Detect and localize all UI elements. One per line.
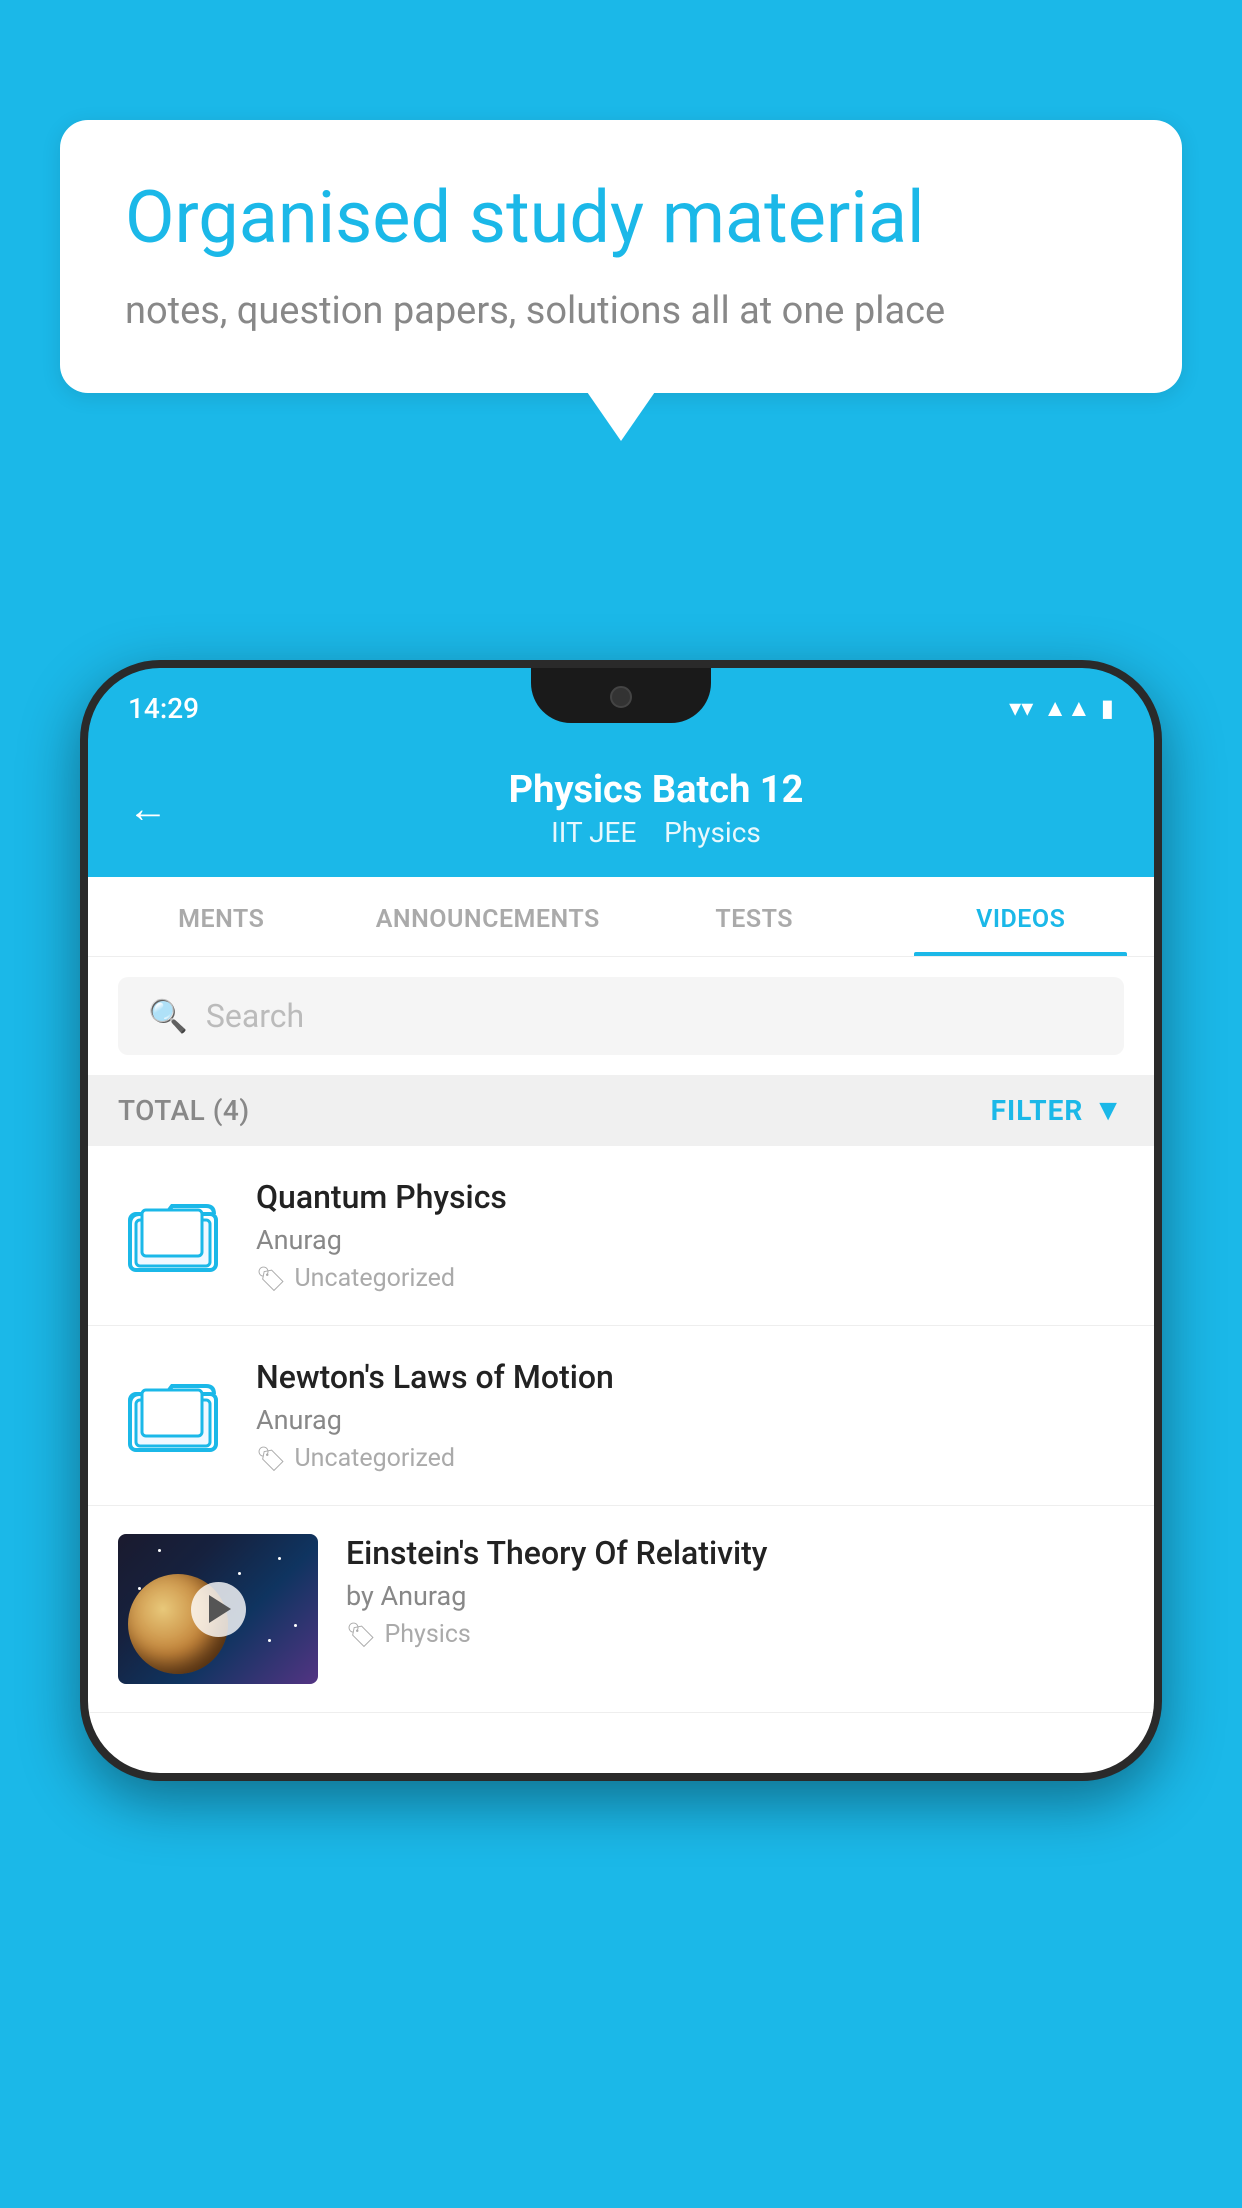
phone-wrapper: 14:29 ▾▾ ▲▲ ▮ ← Physics Batch 12 IIT JEE… xyxy=(80,660,1162,1781)
video-author: Anurag xyxy=(256,1224,1124,1256)
hero-section: Organised study material notes, question… xyxy=(60,120,1182,393)
tabs-bar: MENTS ANNOUNCEMENTS TESTS VIDEOS xyxy=(88,877,1154,957)
video-author: by Anurag xyxy=(346,1580,1124,1612)
tag-icon: 🏷 xyxy=(256,1265,286,1293)
phone-frame: 14:29 ▾▾ ▲▲ ▮ ← Physics Batch 12 IIT JEE… xyxy=(80,660,1162,1781)
search-icon: 🔍 xyxy=(148,997,188,1035)
bubble-title: Organised study material xyxy=(125,175,1117,261)
header-title-block: Physics Batch 12 IIT JEE Physics xyxy=(198,768,1114,849)
video-tag: 🏷 Uncategorized xyxy=(256,1444,1124,1473)
speech-bubble: Organised study material notes, question… xyxy=(60,120,1182,393)
tab-ments[interactable]: MENTS xyxy=(88,877,355,956)
video-title: Newton's Laws of Motion xyxy=(256,1358,1124,1396)
header-subtitle: IIT JEE Physics xyxy=(198,816,1114,849)
folder-icon xyxy=(128,1191,218,1281)
video-tag: 🏷 Physics xyxy=(346,1620,1124,1649)
video-thumbnail xyxy=(118,1534,318,1684)
list-item[interactable]: Newton's Laws of Motion Anurag 🏷 Uncateg… xyxy=(88,1326,1154,1506)
play-triangle-icon xyxy=(209,1595,231,1623)
status-icons: ▾▾ ▲▲ ▮ xyxy=(1009,694,1114,723)
search-input[interactable]: Search xyxy=(206,997,304,1035)
video-author: Anurag xyxy=(256,1404,1124,1436)
tag-icon: 🏷 xyxy=(256,1445,286,1473)
video-tag: 🏷 Uncategorized xyxy=(256,1264,1124,1293)
power-button xyxy=(1154,928,1162,1048)
filter-label: FILTER xyxy=(991,1094,1084,1127)
bubble-subtitle: notes, question papers, solutions all at… xyxy=(125,289,1117,333)
app-header: ← Physics Batch 12 IIT JEE Physics xyxy=(88,748,1154,877)
play-button[interactable] xyxy=(191,1582,246,1637)
wifi-icon: ▾▾ xyxy=(1009,694,1033,722)
video-list: Quantum Physics Anurag 🏷 Uncategorized xyxy=(88,1146,1154,1713)
video-info: Einstein's Theory Of Relativity by Anura… xyxy=(346,1534,1124,1649)
tab-videos[interactable]: VIDEOS xyxy=(888,877,1155,956)
signal-icon: ▲▲ xyxy=(1043,694,1091,723)
tab-announcements[interactable]: ANNOUNCEMENTS xyxy=(355,877,622,956)
camera xyxy=(610,686,632,708)
status-bar: 14:29 ▾▾ ▲▲ ▮ xyxy=(88,668,1154,748)
status-time: 14:29 xyxy=(128,692,199,725)
folder-thumbnail xyxy=(118,1181,228,1291)
back-button[interactable]: ← xyxy=(128,785,168,832)
folder-icon xyxy=(128,1371,218,1461)
phone-bottom xyxy=(88,1713,1154,1773)
filter-button[interactable]: FILTER ▼ xyxy=(991,1093,1124,1128)
battery-icon: ▮ xyxy=(1101,694,1114,722)
filter-bar: TOTAL (4) FILTER ▼ xyxy=(88,1075,1154,1146)
header-title: Physics Batch 12 xyxy=(198,768,1114,812)
list-item[interactable]: Einstein's Theory Of Relativity by Anura… xyxy=(88,1506,1154,1713)
tag-icon: 🏷 xyxy=(346,1621,376,1649)
search-container: 🔍 Search xyxy=(88,957,1154,1075)
phone-notch xyxy=(531,668,711,723)
volume-button xyxy=(80,868,88,948)
total-count: TOTAL (4) xyxy=(118,1094,250,1127)
tab-tests[interactable]: TESTS xyxy=(621,877,888,956)
video-info: Newton's Laws of Motion Anurag 🏷 Uncateg… xyxy=(256,1358,1124,1473)
video-info: Quantum Physics Anurag 🏷 Uncategorized xyxy=(256,1178,1124,1293)
list-item[interactable]: Quantum Physics Anurag 🏷 Uncategorized xyxy=(88,1146,1154,1326)
filter-icon: ▼ xyxy=(1093,1093,1124,1128)
search-bar[interactable]: 🔍 Search xyxy=(118,977,1124,1055)
video-title: Einstein's Theory Of Relativity xyxy=(346,1534,1124,1572)
folder-thumbnail xyxy=(118,1361,228,1471)
video-title: Quantum Physics xyxy=(256,1178,1124,1216)
